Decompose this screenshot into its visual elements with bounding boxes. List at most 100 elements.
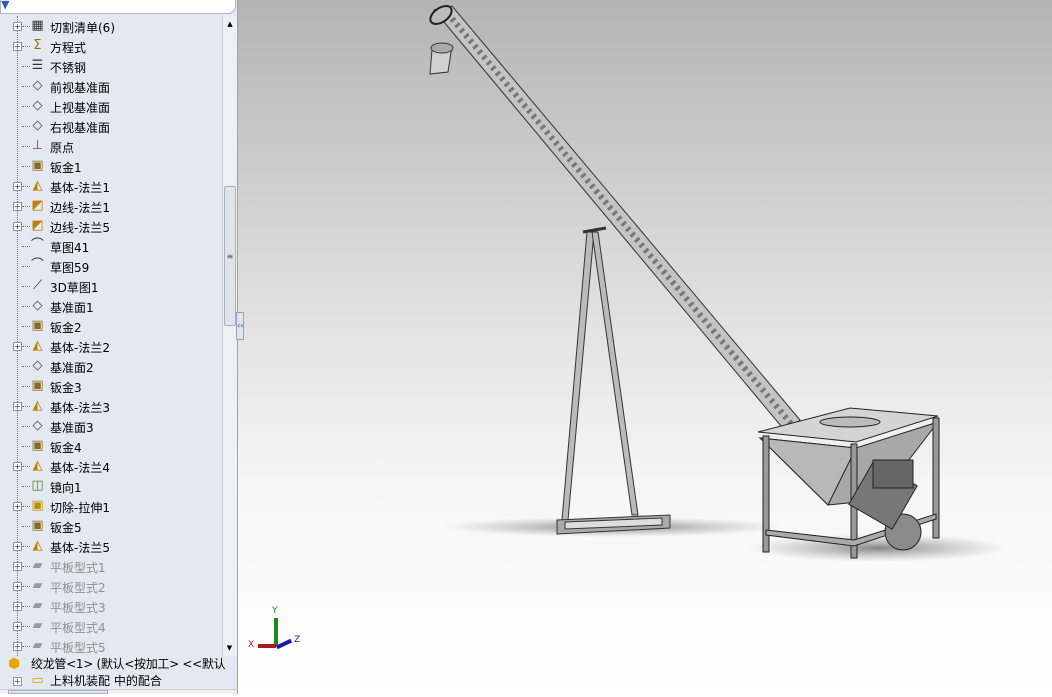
- x-axis-arrow: [258, 644, 276, 648]
- tree-item[interactable]: + ▣ 切除-拉伸1: [0, 496, 220, 516]
- tree-item-label: 切除-拉伸1: [50, 501, 110, 515]
- tree-item-label: 原点: [50, 141, 75, 155]
- tree-item[interactable]: + ◭ 基体-法兰2: [0, 336, 220, 356]
- expand-icon[interactable]: +: [13, 677, 22, 686]
- tree-item-label: 基体-法兰3: [50, 401, 110, 415]
- tree-item-label: 基体-法兰4: [50, 461, 110, 475]
- scroll-up-icon[interactable]: ▲: [223, 20, 237, 28]
- mates-label: 上料机装配 中的配合: [50, 674, 162, 688]
- expand-icon[interactable]: +: [13, 502, 22, 511]
- tree-item[interactable]: + ◭ 基体-法兰3: [0, 396, 220, 416]
- tree-item[interactable]: + ▰ 平板型式2: [0, 576, 220, 596]
- expand-icon[interactable]: +: [13, 602, 22, 611]
- vertical-scrollbar[interactable]: ▲ ≡ ▼: [222, 16, 237, 656]
- tree-item-label: 前视基准面: [50, 81, 111, 95]
- tree-item-label: 边线-法兰1: [50, 201, 110, 215]
- tree-item[interactable]: ◇ 上视基准面: [0, 96, 220, 116]
- tree-item[interactable]: ◫ 镜向1: [0, 476, 220, 496]
- tree-item-label: 基准面1: [50, 301, 94, 315]
- tree-item[interactable]: ◇ 右视基准面: [0, 116, 220, 136]
- sheet-metal-icon: ▣: [31, 438, 44, 453]
- tree-item-label: 方程式: [50, 41, 87, 55]
- tree-item[interactable]: ⌒ 草图41: [0, 236, 220, 256]
- tree-item-label: 平板型式5: [50, 641, 106, 655]
- expand-icon[interactable]: +: [13, 402, 22, 411]
- tree-item[interactable]: + ◭ 基体-法兰5: [0, 536, 220, 556]
- tree-item[interactable]: + ◩ 边线-法兰5: [0, 216, 220, 236]
- tree-item-label: 草图41: [50, 241, 90, 255]
- tree-item[interactable]: ▣ 钣金1: [0, 156, 220, 176]
- mates-row[interactable]: + ▭ 上料机装配 中的配合: [0, 673, 237, 689]
- tree-item[interactable]: + ▦ 切割清单(6): [0, 16, 220, 36]
- tree-item[interactable]: ◇ 基准面3: [0, 416, 220, 436]
- tree-item[interactable]: + ▰ 平板型式3: [0, 596, 220, 616]
- base-flange-icon: ◭: [32, 538, 43, 553]
- horizontal-scrollbar[interactable]: [0, 689, 237, 694]
- tree-item[interactable]: + ▰ 平板型式4: [0, 616, 220, 636]
- panel-collapse-handle[interactable]: ‹‹: [236, 312, 244, 340]
- plane-icon: ◇: [32, 118, 43, 133]
- flat-pattern-icon: ▰: [32, 618, 43, 633]
- tree-item-label: 平板型式3: [50, 601, 106, 615]
- tree-item[interactable]: + ◩ 边线-法兰1: [0, 196, 220, 216]
- tree-item[interactable]: ☰ 不锈钢: [0, 56, 220, 76]
- cut-list-icon: ▦: [31, 18, 44, 33]
- tree-item[interactable]: ◇ 基准面2: [0, 356, 220, 376]
- tree-item[interactable]: ⟋ 3D草图1: [0, 276, 220, 296]
- tree-item[interactable]: ▣ 钣金5: [0, 516, 220, 536]
- graphics-viewport[interactable]: Y X Z: [238, 0, 1052, 694]
- expand-icon[interactable]: +: [13, 202, 22, 211]
- sketch-icon: ⌒: [30, 238, 44, 253]
- tree-item[interactable]: + Σ 方程式: [0, 36, 220, 56]
- tree-item[interactable]: ◇ 前视基准面: [0, 76, 220, 96]
- expand-icon[interactable]: +: [13, 582, 22, 591]
- base-flange-icon: ◭: [32, 458, 43, 473]
- filter-icon[interactable]: ▼: [1, 0, 9, 11]
- tree-item[interactable]: + ▰ 平板型式1: [0, 556, 220, 576]
- expand-icon[interactable]: +: [13, 42, 22, 51]
- tree-item-label: 钣金2: [50, 321, 82, 335]
- tree-item-label: 平板型式1: [50, 561, 106, 575]
- filter-bar[interactable]: ▼: [0, 0, 236, 14]
- component-icon: ⬢: [8, 656, 21, 672]
- mirror-icon: ◫: [31, 478, 44, 493]
- expand-icon[interactable]: +: [13, 642, 22, 651]
- expand-icon[interactable]: +: [13, 462, 22, 471]
- tree-item[interactable]: ▣ 钣金4: [0, 436, 220, 456]
- scroll-down-icon[interactable]: ▼: [223, 644, 236, 652]
- tree-item[interactable]: ▣ 钣金2: [0, 316, 220, 336]
- expand-icon[interactable]: +: [13, 222, 22, 231]
- h-scrollbar-thumb[interactable]: [8, 690, 108, 694]
- component-row[interactable]: ⬢ 绞龙管<1> (默认<按加工> <<默认: [0, 656, 237, 673]
- tree-item-label: 3D草图1: [50, 281, 99, 295]
- edge-flange-icon: ◩: [31, 198, 44, 213]
- tree-item[interactable]: + ◭ 基体-法兰4: [0, 456, 220, 476]
- expand-icon[interactable]: +: [13, 22, 22, 31]
- base-flange-icon: ◭: [32, 398, 43, 413]
- tree-item[interactable]: ◇ 基准面1: [0, 296, 220, 316]
- tree-item[interactable]: + ◭ 基体-法兰1: [0, 176, 220, 196]
- z-axis-label: Z: [294, 635, 301, 645]
- coordinate-triad: Y X Z: [246, 606, 306, 653]
- expand-icon[interactable]: +: [13, 562, 22, 571]
- tree-item[interactable]: ⌒ 草图59: [0, 256, 220, 276]
- base-flange-icon: ◭: [32, 178, 43, 193]
- flat-pattern-icon: ▰: [32, 578, 43, 593]
- support-stand: [556, 226, 671, 535]
- tree-item-label: 上视基准面: [50, 101, 111, 115]
- flat-pattern-icon: ▰: [32, 638, 43, 653]
- plane-icon: ◇: [32, 298, 43, 313]
- tree-item[interactable]: + ▰ 平板型式5: [0, 636, 220, 656]
- tree-item-label: 右视基准面: [50, 121, 111, 135]
- tree-item-label: 基体-法兰2: [50, 341, 110, 355]
- tree-item[interactable]: ▣ 钣金3: [0, 376, 220, 396]
- plane-icon: ◇: [32, 78, 43, 93]
- tree-item[interactable]: ⊥ 原点: [0, 136, 220, 156]
- tree-item-label: 草图59: [50, 261, 90, 275]
- expand-icon[interactable]: +: [13, 622, 22, 631]
- expand-icon[interactable]: +: [13, 342, 22, 351]
- cut-extrude-icon: ▣: [31, 498, 44, 513]
- scrollbar-thumb[interactable]: ≡: [224, 186, 236, 326]
- expand-icon[interactable]: +: [13, 542, 22, 551]
- expand-icon[interactable]: +: [13, 182, 22, 191]
